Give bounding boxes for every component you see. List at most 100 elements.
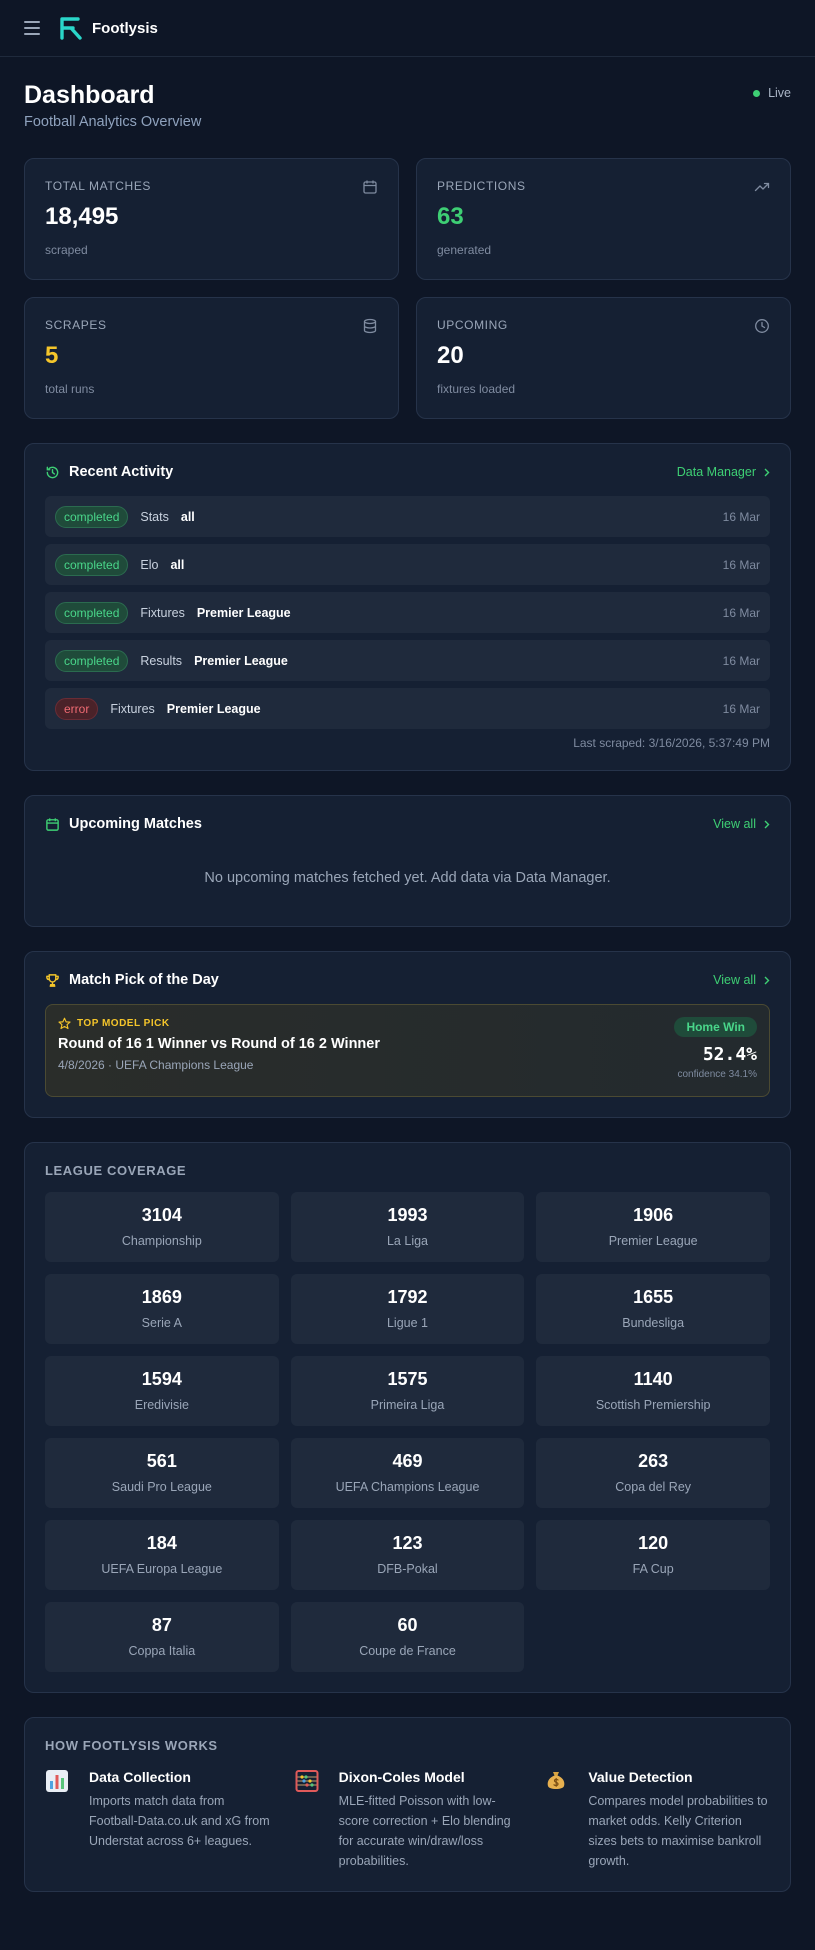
activity-row[interactable]: completed Stats all 16 Mar	[45, 496, 770, 537]
league-card[interactable]: 1140 Scottish Premiership	[536, 1356, 770, 1426]
league-coverage-title: LEAGUE COVERAGE	[45, 1163, 187, 1178]
activity-date: 16 Mar	[722, 509, 760, 524]
league-match-count: 561	[146, 1451, 177, 1471]
activity-scope: Premier League	[166, 701, 261, 716]
league-card[interactable]: 120 FA Cup	[536, 1520, 770, 1590]
league-name: Primeira Liga	[370, 1398, 445, 1412]
trophy-icon	[46, 973, 59, 987]
top-pick-card[interactable]: TOP MODEL PICK Round of 16 1 Winner vs R…	[45, 1004, 770, 1097]
stat-note: scraped	[45, 243, 88, 257]
top-bar: Footlysis	[0, 0, 815, 57]
hamburger-menu-icon[interactable]	[24, 21, 40, 35]
recent-activity-panel: Recent Activity Data Manager completed S…	[24, 443, 791, 771]
league-name: La Liga	[386, 1234, 428, 1248]
league-name: Premier League	[608, 1234, 698, 1248]
calendar-icon	[46, 817, 59, 831]
view-all-upcoming-link[interactable]: View all	[713, 817, 770, 831]
stat-value: 20	[437, 342, 464, 369]
stat-value: 5	[45, 342, 59, 369]
league-card[interactable]: 184 UEFA Europa League	[45, 1520, 279, 1590]
stat-label: UPCOMING	[437, 318, 508, 332]
empty-state-message: No upcoming matches fetched yet. Add dat…	[204, 870, 611, 886]
league-name: Copa del Rey	[615, 1480, 692, 1494]
league-match-count: 87	[151, 1615, 172, 1635]
league-card[interactable]: 1993 La Liga	[290, 1192, 525, 1262]
activity-type: Stats	[140, 509, 169, 524]
section-title-text: Match Pick of the Day	[69, 972, 219, 988]
how-it-works-grid: Data Collection Imports match data from …	[45, 1769, 770, 1871]
tag-label: TOP MODEL PICK	[77, 1018, 170, 1029]
league-card[interactable]: 1575 Primeira Liga	[290, 1356, 525, 1426]
chevron-right-icon	[764, 468, 770, 476]
link-label[interactable]: View all	[713, 817, 756, 831]
league-name: Scottish Premiership	[595, 1398, 711, 1412]
link-label[interactable]: View all	[713, 973, 756, 987]
data-manager-link[interactable]: Data Manager	[677, 465, 770, 479]
activity-row[interactable]: completed Elo all 16 Mar	[45, 544, 770, 585]
confidence-value: confidence 34.1%	[677, 1069, 757, 1080]
recent-activity-title: Recent Activity	[45, 464, 173, 480]
stat-label: SCRAPES	[45, 318, 107, 332]
section-title-text: Recent Activity	[69, 464, 174, 480]
upcoming-matches-panel: Upcoming Matches View all No upcoming ma…	[24, 795, 791, 927]
activity-date: 16 Mar	[722, 653, 760, 668]
league-card[interactable]: 1594 Eredivisie	[45, 1356, 279, 1426]
league-card[interactable]: 561 Saudi Pro League	[45, 1438, 279, 1508]
league-name: Saudi Pro League	[111, 1480, 212, 1494]
league-name: Championship	[121, 1234, 202, 1248]
footlysis-logo-icon[interactable]	[58, 15, 84, 41]
league-match-count: 123	[392, 1533, 423, 1553]
stat-value: 63	[437, 203, 464, 230]
league-name: UEFA Europa League	[101, 1562, 223, 1576]
league-card[interactable]: 469 UEFA Champions League	[290, 1438, 525, 1508]
league-match-count: 1140	[633, 1369, 673, 1389]
league-match-count: 184	[146, 1533, 177, 1553]
league-match-count: 263	[638, 1451, 669, 1471]
league-match-count: 60	[397, 1615, 418, 1635]
live-indicator: Live	[753, 86, 791, 100]
how-item-title: Data Collection	[89, 1769, 191, 1785]
league-match-count: 120	[638, 1533, 669, 1553]
league-name: DFB-Pokal	[377, 1562, 438, 1576]
activity-row[interactable]: completed Results Premier League 16 Mar	[45, 640, 770, 681]
status-badge: completed	[55, 601, 129, 624]
league-card[interactable]: 1869 Serie A	[45, 1274, 279, 1344]
league-card[interactable]: 1906 Premier League	[536, 1192, 770, 1262]
money-bag-icon	[547, 1772, 565, 1789]
stat-label: PREDICTIONS	[437, 179, 526, 193]
league-card[interactable]: 1792 Ligue 1	[290, 1274, 525, 1344]
pick-match-title: Round of 16 1 Winner vs Round of 16 2 Wi…	[58, 1036, 380, 1052]
league-card[interactable]: 263 Copa del Rey	[536, 1438, 770, 1508]
league-card[interactable]: 87 Coppa Italia	[45, 1602, 279, 1672]
how-item-title: Dixon-Coles Model	[338, 1769, 465, 1785]
activity-date: 16 Mar	[722, 701, 760, 716]
stat-note: total runs	[45, 382, 95, 396]
league-card[interactable]: 123 DFB-Pokal	[290, 1520, 525, 1590]
league-card[interactable]: 60 Coupe de France	[290, 1602, 525, 1672]
link-label[interactable]: Data Manager	[677, 465, 756, 479]
activity-date: 16 Mar	[722, 605, 760, 620]
league-name: FA Cup	[632, 1562, 674, 1576]
league-grid: 3104 Championship 1993 La Liga 1906 Premier L…	[45, 1192, 770, 1672]
league-match-count: 1993	[387, 1205, 428, 1225]
trending-up-icon	[754, 182, 770, 192]
brand-name[interactable]: Footlysis	[92, 20, 158, 37]
view-all-picks-link[interactable]: View all	[713, 973, 770, 987]
league-name: UEFA Champions League	[335, 1480, 480, 1494]
stat-card-scrapes: SCRAPES 5 total runs	[24, 297, 399, 419]
database-icon	[363, 318, 377, 334]
how-item-data-collection: Data Collection Imports match data from …	[45, 1769, 271, 1871]
page-title: Dashboard	[24, 81, 155, 109]
activity-row[interactable]: error Fixtures Premier League 16 Mar	[45, 688, 770, 729]
activity-row[interactable]: completed Fixtures Premier League 16 Mar	[45, 592, 770, 633]
league-card[interactable]: 3104 Championship	[45, 1192, 279, 1262]
activity-scope: all	[170, 557, 185, 572]
match-pick-title: Match Pick of the Day	[45, 972, 219, 988]
league-card[interactable]: 1655 Bundesliga	[536, 1274, 770, 1344]
last-scraped-timestamp: Last scraped: 3/16/2026, 5:37:49 PM	[573, 736, 770, 750]
league-match-count: 1655	[633, 1287, 674, 1307]
league-match-count: 1906	[633, 1205, 674, 1225]
activity-list: completed Stats all 16 Mar completed Elo…	[45, 496, 770, 729]
activity-scope: Premier League	[196, 605, 291, 620]
league-name: Bundesliga	[622, 1316, 685, 1330]
